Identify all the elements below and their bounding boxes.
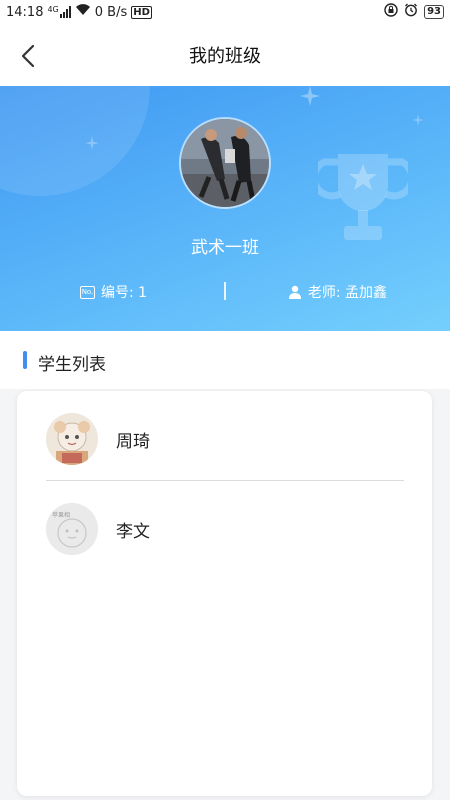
number-icon: No.	[80, 285, 95, 299]
class-teacher: 老师: 孟加鑫	[288, 282, 387, 302]
lock-rotation-icon	[384, 3, 398, 21]
battery-indicator: 93	[424, 5, 444, 19]
alarm-icon	[404, 3, 418, 21]
status-bar: 14:18 4G 0 B/s HD 93	[0, 0, 450, 24]
class-number-label: 编号: 1	[101, 285, 148, 301]
section-accent-bar	[23, 351, 27, 369]
class-name: 武术一班	[191, 238, 259, 258]
student-list: 周琦 苹果相 李文	[17, 391, 432, 796]
student-list-header: 学生列表	[0, 331, 450, 389]
hd-label: HD	[131, 5, 152, 19]
page-title: 我的班级	[189, 46, 261, 67]
class-number: No. 编号: 1	[80, 282, 147, 302]
back-button[interactable]	[18, 44, 40, 68]
student-name: 李文	[116, 522, 150, 542]
avatar: 苹果相	[46, 503, 98, 555]
status-time: 14:18	[6, 4, 44, 20]
person-icon	[288, 285, 301, 299]
list-item[interactable]: 周琦	[46, 391, 404, 481]
wifi-icon	[75, 4, 91, 20]
decor-circle	[0, 86, 150, 196]
teacher-label: 老师: 孟加鑫	[307, 285, 387, 301]
sparkle-icon	[412, 114, 424, 126]
avatar	[46, 413, 98, 465]
class-info-row: No. 编号: 1 老师: 孟加鑫	[0, 282, 450, 304]
nav-bar: 我的班级	[0, 24, 450, 86]
chevron-left-icon	[21, 44, 35, 68]
signal-icon: 4G	[47, 5, 71, 18]
data-speed: 0 B/s	[94, 4, 128, 20]
class-banner: 武术一班 No. 编号: 1 老师: 孟加鑫	[0, 86, 450, 331]
sparkle-icon	[300, 86, 320, 106]
section-title: 学生列表	[38, 355, 106, 375]
info-divider	[224, 282, 226, 300]
avatar-text: 苹果相	[52, 511, 70, 519]
list-item[interactable]: 苹果相 李文	[46, 481, 404, 571]
student-name: 周琦	[116, 432, 150, 452]
network-type-label: 4G	[47, 5, 59, 14]
sparkle-icon	[85, 136, 99, 150]
class-avatar[interactable]	[179, 117, 271, 209]
